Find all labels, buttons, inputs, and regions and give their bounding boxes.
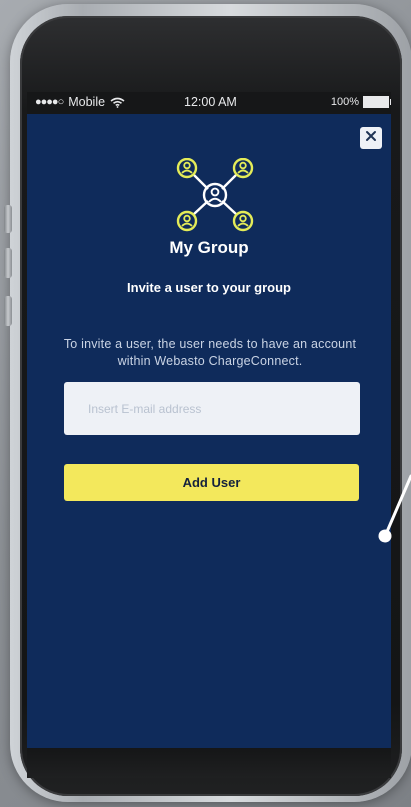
app-screen: ●●●●○ Mobile 12:00 AM 100% My Group Invi… [27,92,391,748]
phone-volume-up-button [4,248,12,278]
group-network-icon [175,157,255,232]
wifi-icon [110,97,125,108]
phone-mockup-stage: ●●●●○ Mobile 12:00 AM 100% My Group Invi… [0,0,411,807]
phone-volume-down-button [4,296,12,326]
carrier-name: Mobile [68,95,106,109]
battery-percent: 100% [330,96,359,108]
phone-bottom-bezel [27,748,391,778]
status-bar: ●●●●○ Mobile 12:00 AM 100% [27,92,391,114]
phone-mute-switch [4,205,12,233]
status-time: 12:00 AM [184,95,237,109]
invite-description: To invite a user, the user needs to have… [63,337,357,368]
email-field[interactable] [64,382,360,435]
status-right: 100% [330,96,391,108]
battery-icon [363,96,391,108]
close-button[interactable] [360,127,382,149]
close-icon [365,129,377,147]
status-left: ●●●●○ Mobile [35,95,125,109]
page-title: My Group [169,238,249,257]
invite-subtitle: Invite a user to your group [127,280,291,295]
add-user-button[interactable]: Add User [64,464,359,501]
signal-strength: ●●●●○ [35,96,64,108]
